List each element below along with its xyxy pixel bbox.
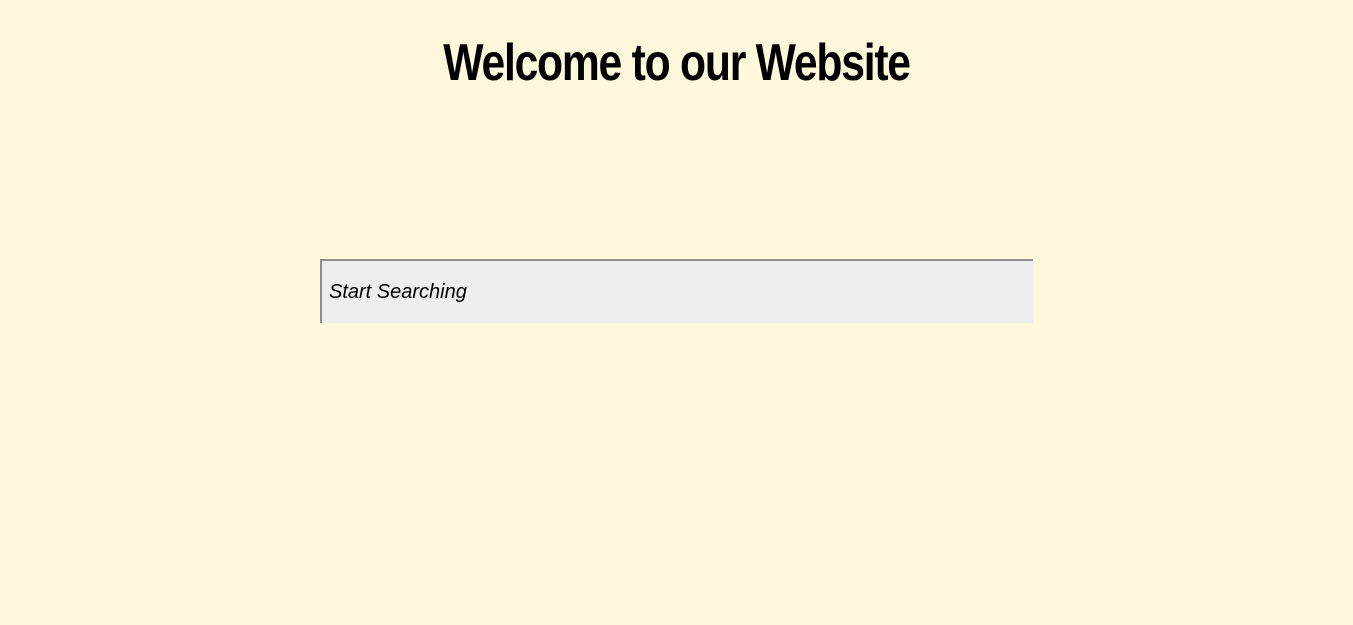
- search-input[interactable]: [320, 259, 1033, 323]
- page-title: Welcome to our Website: [443, 34, 911, 92]
